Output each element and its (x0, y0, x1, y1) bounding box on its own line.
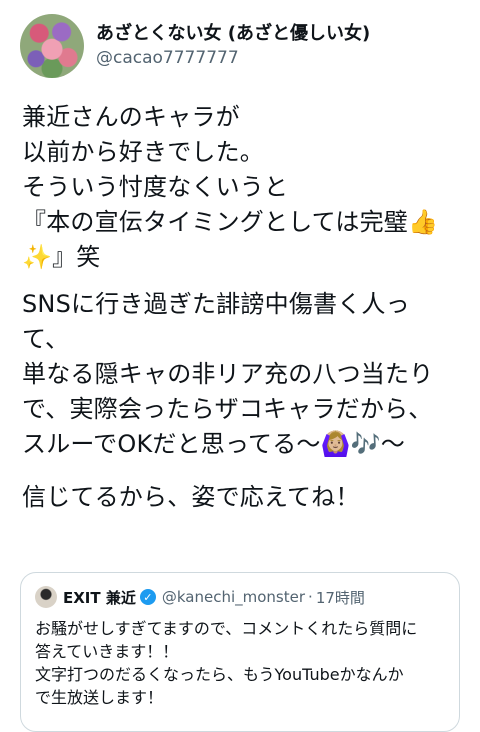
quoted-tweet-card[interactable]: EXIT 兼近 ✓ @kanechi_monster · 17時間 お騒がせしす… (20, 572, 460, 732)
quoted-author-avatar[interactable] (35, 586, 57, 608)
tweet-paragraph-2: SNSに行き過ぎた誹謗中傷書く人っ て、 単なる隠キャの非リア充の八つ当たり で… (22, 290, 434, 458)
tweet-paragraph-3: 信じてるから、姿で応えてね！ (22, 483, 360, 511)
quoted-author-name[interactable]: EXIT 兼近 (63, 587, 136, 608)
tweet-paragraph-1: 兼近さんのキャラが 以前から好きでした。 そういう忖度なくいうと 『本の宣伝タイ… (22, 103, 439, 271)
author-display-name[interactable]: あざとくない女 (あざと優しい女) (96, 23, 370, 45)
author-avatar[interactable] (20, 14, 84, 78)
header-separator: · (308, 588, 313, 606)
author-names: あざとくない女 (あざと優しい女) @cacao7777777 (96, 23, 370, 69)
author-handle[interactable]: @cacao7777777 (96, 47, 370, 69)
quoted-tweet-text: お騒がせしすぎてますので、コメントくれたら質問に 答えていきます！！ 文字打つの… (35, 619, 418, 707)
quoted-author-handle[interactable]: @kanechi_monster (162, 588, 305, 606)
quoted-tweet-time[interactable]: 17時間 (316, 587, 365, 608)
tweet-screen: あざとくない女 (あざと優しい女) @cacao7777777 兼近さんのキャラ… (0, 0, 480, 732)
verified-badge-icon: ✓ (139, 589, 156, 605)
tweet-body: 兼近さんのキャラが 以前から好きでした。 そういう忖度なくいうと 『本の宣伝タイ… (22, 100, 468, 533)
quoted-tweet-header: EXIT 兼近 ✓ @kanechi_monster · 17時間 (35, 586, 365, 608)
tweet-author-header[interactable]: あざとくない女 (あざと優しい女) @cacao7777777 (20, 14, 370, 78)
